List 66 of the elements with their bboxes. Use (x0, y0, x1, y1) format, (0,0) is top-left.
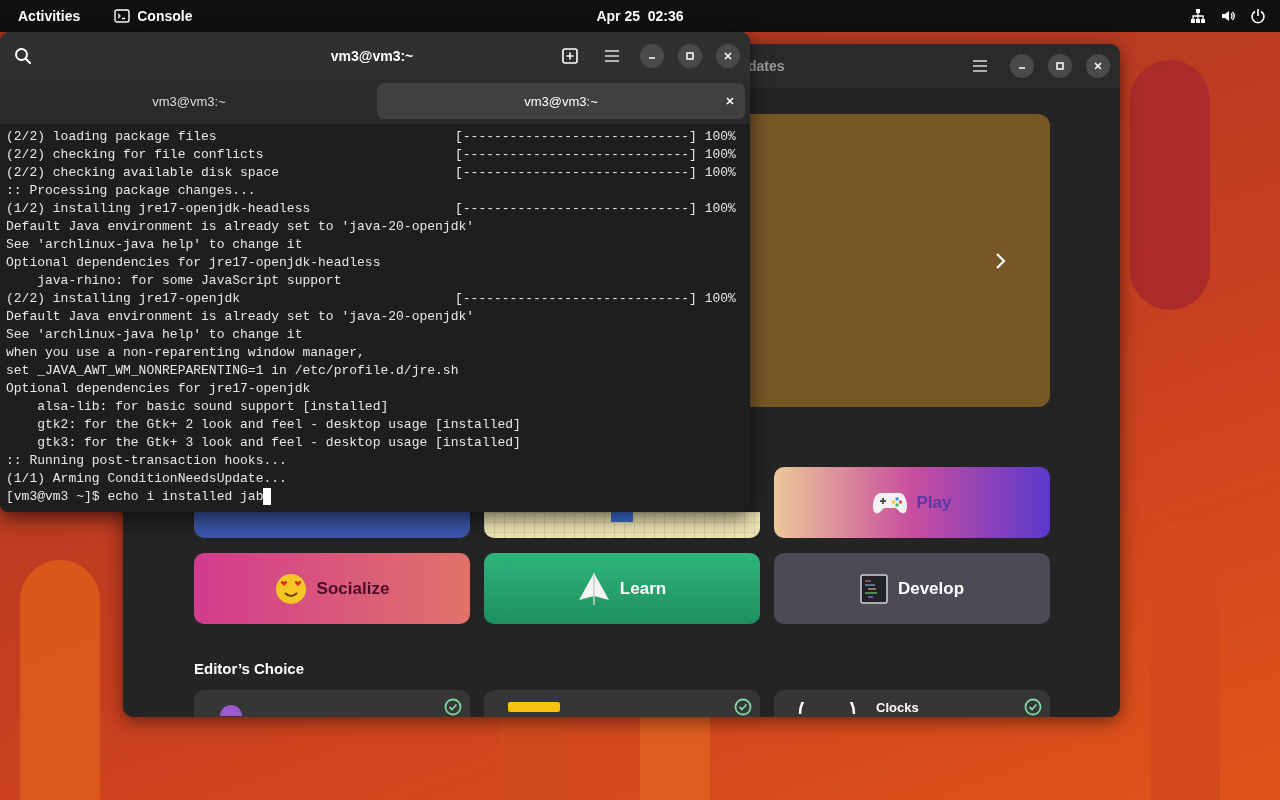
terminal-line: when you use a non-reparenting window manager, (6, 344, 366, 362)
window-title: vm3@vm3:~ (329, 48, 415, 64)
terminal-icon (114, 9, 131, 23)
terminal-line: :: Running post-transaction hooks... (6, 452, 288, 470)
terminal-line: java-rhino: for some JavaScript support (36, 272, 343, 290)
progress-text: [-----------------------------] 100% (455, 290, 736, 308)
terminal-line: :: Processing package changes... (6, 182, 257, 200)
command-prompt: [vm3@vm3 ~]$ echo i installed jab (6, 488, 264, 506)
terminal-line: Optional dependencies for jre17-openjdk-headless (6, 254, 382, 272)
minimize-button[interactable] (640, 44, 664, 68)
terminal-line: (1/2) installing jre17-openjdk-headless (6, 200, 312, 218)
close-button[interactable] (1086, 54, 1110, 78)
max-icon (685, 51, 695, 61)
terminal-line: set _JAVA_AWT_WM_NONREPARENTING=1 in /etc/profile.d/jre.sh (6, 362, 459, 380)
menu-icon (972, 59, 988, 73)
app-card[interactable]: Clocks (774, 690, 1050, 717)
power-icon[interactable] (1250, 8, 1266, 24)
window-title: dates (748, 58, 785, 74)
smiley-icon (274, 572, 307, 605)
terminal-line: (1/1) Arming ConditionNeedsUpdate... (6, 470, 288, 488)
progress-text: [-----------------------------] 100% (455, 128, 736, 146)
terminal-line: Default Java environment is already set to 'java-20-openjdk' (6, 308, 475, 326)
clock-label[interactable]: Apr 25 02:36 (596, 8, 684, 24)
terminal-line: Optional dependencies for jre17-openjdk (6, 380, 312, 398)
paper-plane-icon (577, 571, 610, 606)
category-tile[interactable] (484, 512, 760, 538)
maximize-button[interactable] (678, 44, 702, 68)
terminal-line: gtk3: for the Gtk+ 3 look and feel - desktop usage [installed] (36, 434, 521, 452)
menu-icon (604, 49, 620, 63)
app-menu-label[interactable]: Console (137, 8, 193, 24)
activities-button[interactable]: Activities (18, 4, 81, 28)
max-icon (1055, 61, 1065, 71)
category-tile[interactable]: Socialize (194, 553, 470, 624)
close-icon (1093, 61, 1103, 71)
progress-text: [-----------------------------] 100% (455, 146, 736, 164)
close-button[interactable] (716, 44, 740, 68)
terminal-line: (2/2) checking for file conflicts (6, 146, 265, 164)
terminal-line: (2/2) installing jre17-openjdk (6, 290, 242, 308)
terminal-line: See 'archlinux-java help' to change it (6, 236, 304, 254)
maximize-button[interactable] (1048, 54, 1072, 78)
clock-icon (798, 702, 856, 714)
section-heading: Editor’s Choice (194, 660, 306, 677)
network-icon[interactable] (1190, 8, 1206, 24)
chevron-right-icon (994, 251, 1006, 270)
category-tile[interactable]: Develop (774, 553, 1050, 624)
tab[interactable]: vm3@vm3:~ (5, 83, 373, 119)
terminal-line: Default Java environment is already set to 'java-20-openjdk' (6, 218, 475, 236)
tab[interactable]: vm3@vm3:~ (377, 83, 745, 119)
volume-icon[interactable] (1220, 8, 1236, 24)
code-editor-icon (859, 573, 888, 604)
folder-icon (508, 702, 560, 712)
square-icon (611, 512, 633, 522)
terminal-line: alsa-lib: for basic sound support [installed] (36, 398, 390, 416)
app-icon (218, 702, 244, 716)
progress-text: [-----------------------------] 100% (455, 164, 736, 182)
terminal-line: See 'archlinux-java help' to change it (6, 326, 304, 344)
close-icon (723, 51, 733, 61)
search-icon (14, 47, 32, 65)
terminal-line: (2/2) checking available disk space (6, 164, 281, 182)
minimize-button[interactable] (1010, 54, 1034, 78)
progress-text: [-----------------------------] 100% (455, 200, 736, 218)
app-name: Clocks (876, 700, 919, 715)
terminal-line: gtk2: for the Gtk+ 2 look and feel - desktop usage [installed] (36, 416, 521, 434)
terminal-line: (2/2) loading package files (6, 128, 218, 146)
close-tab-icon[interactable] (725, 96, 735, 106)
new-tab-icon (562, 48, 578, 64)
